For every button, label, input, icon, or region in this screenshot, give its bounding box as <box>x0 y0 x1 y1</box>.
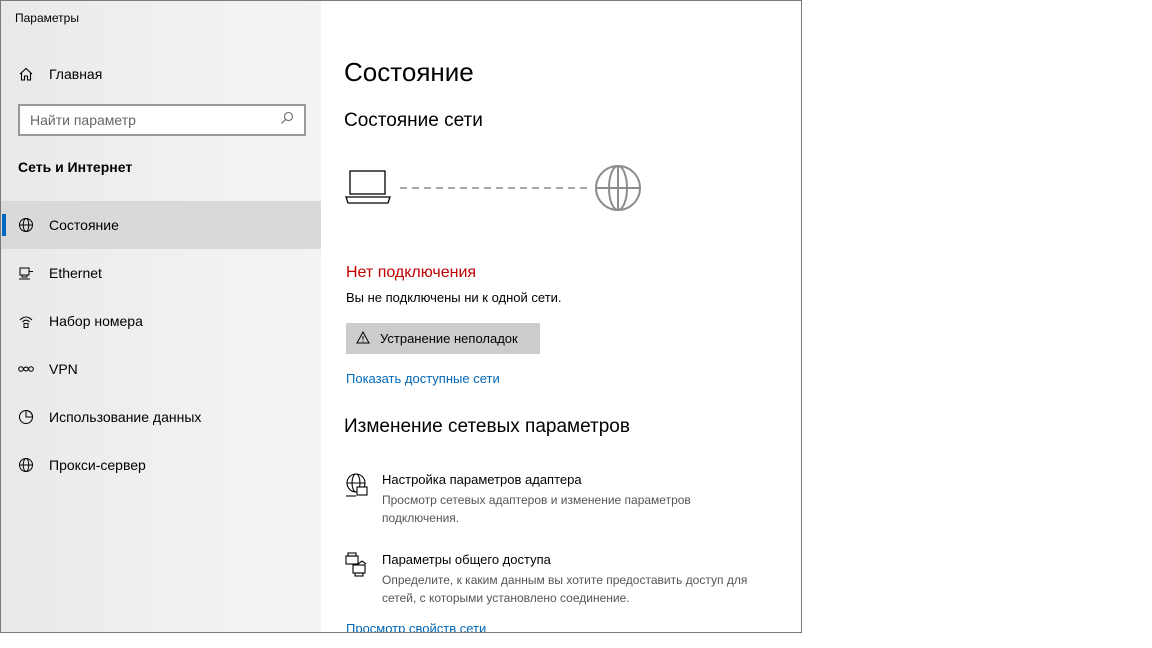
sidebar-item-label: VPN <box>49 361 78 377</box>
vpn-icon <box>17 360 35 378</box>
adapter-icon <box>344 472 370 498</box>
sidebar-item-label: Состояние <box>49 217 119 233</box>
section-title: Сеть и Интернет <box>18 159 133 175</box>
home-icon <box>17 65 35 83</box>
troubleshoot-button[interactable]: Устранение неполадок <box>346 323 540 354</box>
setting-title: Параметры общего доступа <box>382 552 551 567</box>
change-settings-heading: Изменение сетевых параметров <box>344 416 630 437</box>
sidebar-item-data-usage[interactable]: Использование данных <box>1 393 321 441</box>
laptop-icon <box>345 170 391 204</box>
settings-window: Параметры Главная Найти параметр Сеть и … <box>0 0 802 633</box>
sidebar-item-ethernet[interactable]: Ethernet <box>1 249 321 297</box>
page-title: Состояние <box>344 57 474 87</box>
sharing-settings-item[interactable]: Параметры общего доступа Определите, к к… <box>344 552 764 607</box>
sidebar-item-dialup[interactable]: Набор номера <box>1 297 321 345</box>
search-input[interactable]: Найти параметр <box>18 104 306 136</box>
sidebar-item-label: Использование данных <box>49 409 202 425</box>
network-status-heading: Состояние сети <box>344 110 483 131</box>
status-title: Нет подключения <box>346 264 477 281</box>
internet-globe-icon <box>595 165 641 211</box>
home-link[interactable]: Главная <box>17 62 102 86</box>
troubleshoot-label: Устранение неполадок <box>380 331 518 346</box>
sidebar-nav: Состояние Ethernet Набор номера VPN Испо… <box>1 201 321 489</box>
show-networks-link[interactable]: Показать доступные сети <box>346 371 500 386</box>
search-icon[interactable] <box>280 111 294 130</box>
globe-icon <box>17 216 35 234</box>
sidebar-item-proxy[interactable]: Прокси-сервер <box>1 441 321 489</box>
sidebar-item-label: Прокси-сервер <box>49 457 146 473</box>
main-content: Состояние Состояние сети Нет подключения… <box>321 1 801 632</box>
window-title: Параметры <box>15 11 79 25</box>
setting-description: Определите, к каким данным вы хотите пре… <box>382 573 748 605</box>
sidebar-item-label: Ethernet <box>49 265 102 281</box>
home-label: Главная <box>49 66 103 82</box>
sidebar-item-label: Набор номера <box>49 313 143 329</box>
sharing-icon <box>344 552 370 578</box>
network-properties-link[interactable]: Просмотр свойств сети <box>346 621 486 632</box>
search-placeholder: Найти параметр <box>30 112 136 128</box>
dialup-icon <box>17 312 35 330</box>
sidebar-item-vpn[interactable]: VPN <box>1 345 321 393</box>
sidebar-item-status[interactable]: Состояние <box>1 201 321 249</box>
data-usage-icon <box>17 408 35 426</box>
network-diagram <box>345 165 641 211</box>
adapter-settings-item[interactable]: Настройка параметров адаптера Просмотр с… <box>344 472 764 527</box>
ethernet-icon <box>17 264 35 282</box>
sidebar: Параметры Главная Найти параметр Сеть и … <box>1 1 321 632</box>
setting-title: Настройка параметров адаптера <box>382 472 582 487</box>
warning-icon <box>356 330 370 347</box>
setting-description: Просмотр сетевых адаптеров и изменение п… <box>382 493 691 525</box>
globe-icon <box>17 456 35 474</box>
status-description: Вы не подключены ни к одной сети. <box>346 290 562 305</box>
